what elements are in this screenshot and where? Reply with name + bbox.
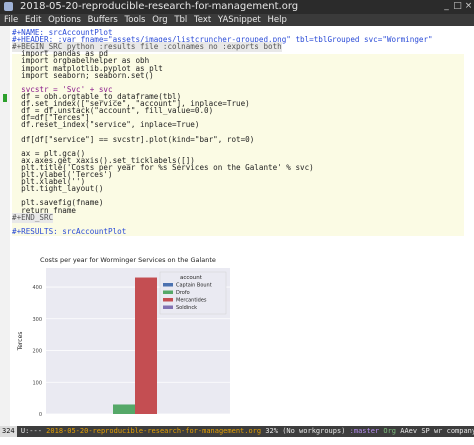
code-line[interactable]: plt.tight_layout() bbox=[12, 184, 103, 194]
menu-help[interactable]: Help bbox=[267, 15, 286, 25]
menu-tbl[interactable]: Tbl bbox=[174, 15, 187, 25]
buffer-percent: 32% bbox=[265, 427, 278, 435]
fringe-change-marker bbox=[3, 94, 7, 102]
buffer-name[interactable]: 2018-05-20-reproducible-research-for-man… bbox=[46, 426, 261, 437]
menu-file[interactable]: File bbox=[4, 15, 18, 25]
legend-swatch bbox=[163, 305, 173, 309]
code-line[interactable]: df.reset_index("service", inplace=True) bbox=[12, 120, 199, 130]
title-bar: 2018-05-20-reproducible-research-for-man… bbox=[0, 0, 474, 14]
legend-swatch bbox=[163, 290, 173, 294]
code-line[interactable]: df[df["service"] == svcstr].plot(kind="b… bbox=[12, 135, 254, 145]
menu-org[interactable]: Org bbox=[152, 15, 167, 25]
menu-tools[interactable]: Tools bbox=[125, 15, 146, 25]
fringe bbox=[0, 26, 10, 426]
legend-title: account bbox=[180, 275, 203, 281]
bar-mercantides bbox=[135, 277, 157, 414]
menu-bar: File Edit Options Buffers Tools Org Tbl … bbox=[0, 14, 474, 26]
menu-options[interactable]: Options bbox=[48, 15, 81, 25]
menu-text[interactable]: Text bbox=[194, 15, 211, 25]
legend-entry: Soldinck bbox=[176, 305, 197, 311]
y-tick-label: 400 bbox=[32, 285, 42, 291]
close-icon[interactable]: × bbox=[463, 1, 474, 12]
y-tick-label: 200 bbox=[32, 349, 42, 355]
editor-area[interactable]: #+NAME: srcAccountPlot #+HEADER: :var fna… bbox=[0, 26, 474, 426]
mode-line: 324 U:--- 2018-05-20-reproducible-resear… bbox=[0, 426, 474, 437]
y-axis-label: Terces bbox=[17, 332, 24, 352]
emacs-window: 2018-05-20-reproducible-research-for-man… bbox=[0, 0, 474, 445]
code-line[interactable]: import seaborn; seaborn.set() bbox=[12, 71, 154, 81]
legend-entry: Captain Bount bbox=[176, 283, 212, 289]
y-tick-label: 300 bbox=[32, 317, 42, 323]
git-branch: :master bbox=[349, 427, 380, 435]
y-tick-label: 0 bbox=[39, 412, 42, 418]
menu-edit[interactable]: Edit bbox=[25, 15, 41, 25]
chart-svg: 0 100 200 300 400 Terces account Captain BountD… bbox=[17, 268, 230, 418]
window-title: 2018-05-20-reproducible-research-for-man… bbox=[20, 1, 299, 12]
src-block-background bbox=[12, 54, 464, 236]
legend-swatch bbox=[163, 298, 173, 302]
minimize-icon[interactable]: _ bbox=[441, 1, 452, 12]
legend-entry: Mercantides bbox=[176, 298, 207, 304]
line-number: 324 bbox=[0, 426, 17, 437]
code-line[interactable]: #+END_SRC bbox=[12, 212, 54, 223]
window-menu-icon[interactable] bbox=[4, 2, 13, 11]
results-chart: Costs per year for Worminger Services on… bbox=[12, 256, 244, 424]
y-tick-label: 100 bbox=[32, 380, 42, 386]
workgroups: (No workgroups) bbox=[282, 427, 346, 435]
code-line[interactable]: #+RESULTS: srcAccountPlot bbox=[12, 227, 126, 237]
major-mode[interactable]: Org bbox=[383, 426, 396, 437]
bar-drofo bbox=[113, 404, 135, 414]
maximize-icon[interactable]: □ bbox=[452, 1, 463, 12]
minibuffer[interactable] bbox=[0, 437, 474, 445]
minor-modes: AAev SP wr company bbox=[400, 427, 474, 435]
legend-swatch bbox=[163, 283, 173, 287]
menu-yasnippet[interactable]: YASnippet bbox=[218, 15, 261, 25]
buffer-status: U:--- bbox=[20, 427, 42, 435]
legend-entry: Drofo bbox=[176, 290, 190, 296]
menu-buffers[interactable]: Buffers bbox=[88, 15, 118, 25]
